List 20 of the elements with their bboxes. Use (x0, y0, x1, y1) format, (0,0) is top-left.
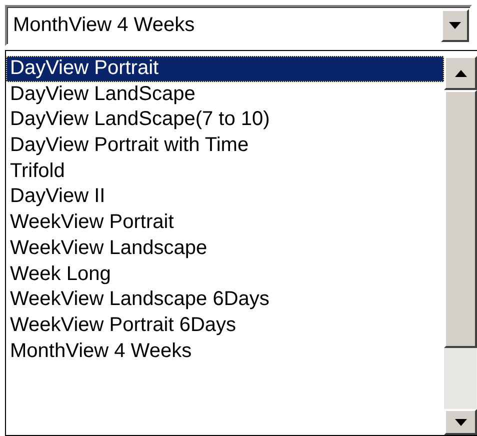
list-item[interactable]: WeekView Landscape (6, 236, 444, 262)
list-item[interactable]: DayView Portrait (6, 56, 444, 82)
up-arrow-icon (454, 70, 466, 76)
dropdown-field[interactable]: MonthView 4 Weeks (5, 5, 472, 46)
list-item[interactable]: WeekView Landscape 6Days (6, 287, 444, 313)
list-item[interactable]: Week Long (6, 262, 444, 288)
list-item[interactable]: Trifold (6, 158, 444, 184)
list-item[interactable]: DayView LandScape (6, 82, 444, 108)
list-item[interactable]: MonthView 4 Weeks (6, 338, 444, 364)
list-item[interactable]: DayView Portrait with Time (6, 133, 444, 159)
scroll-thumb[interactable] (444, 90, 477, 348)
scroll-down-button[interactable] (444, 409, 477, 435)
caret-icon (449, 22, 461, 29)
scroll-up-button[interactable] (444, 56, 477, 90)
list-item[interactable]: WeekView Portrait (6, 210, 444, 236)
down-arrow-icon (454, 418, 466, 426)
list-item[interactable]: DayView II (6, 184, 444, 210)
dropdown-button[interactable] (441, 9, 469, 42)
list-item[interactable]: WeekView Portrait 6Days (6, 312, 444, 339)
list-item[interactable]: DayView LandScape(7 to 10) (6, 107, 444, 134)
